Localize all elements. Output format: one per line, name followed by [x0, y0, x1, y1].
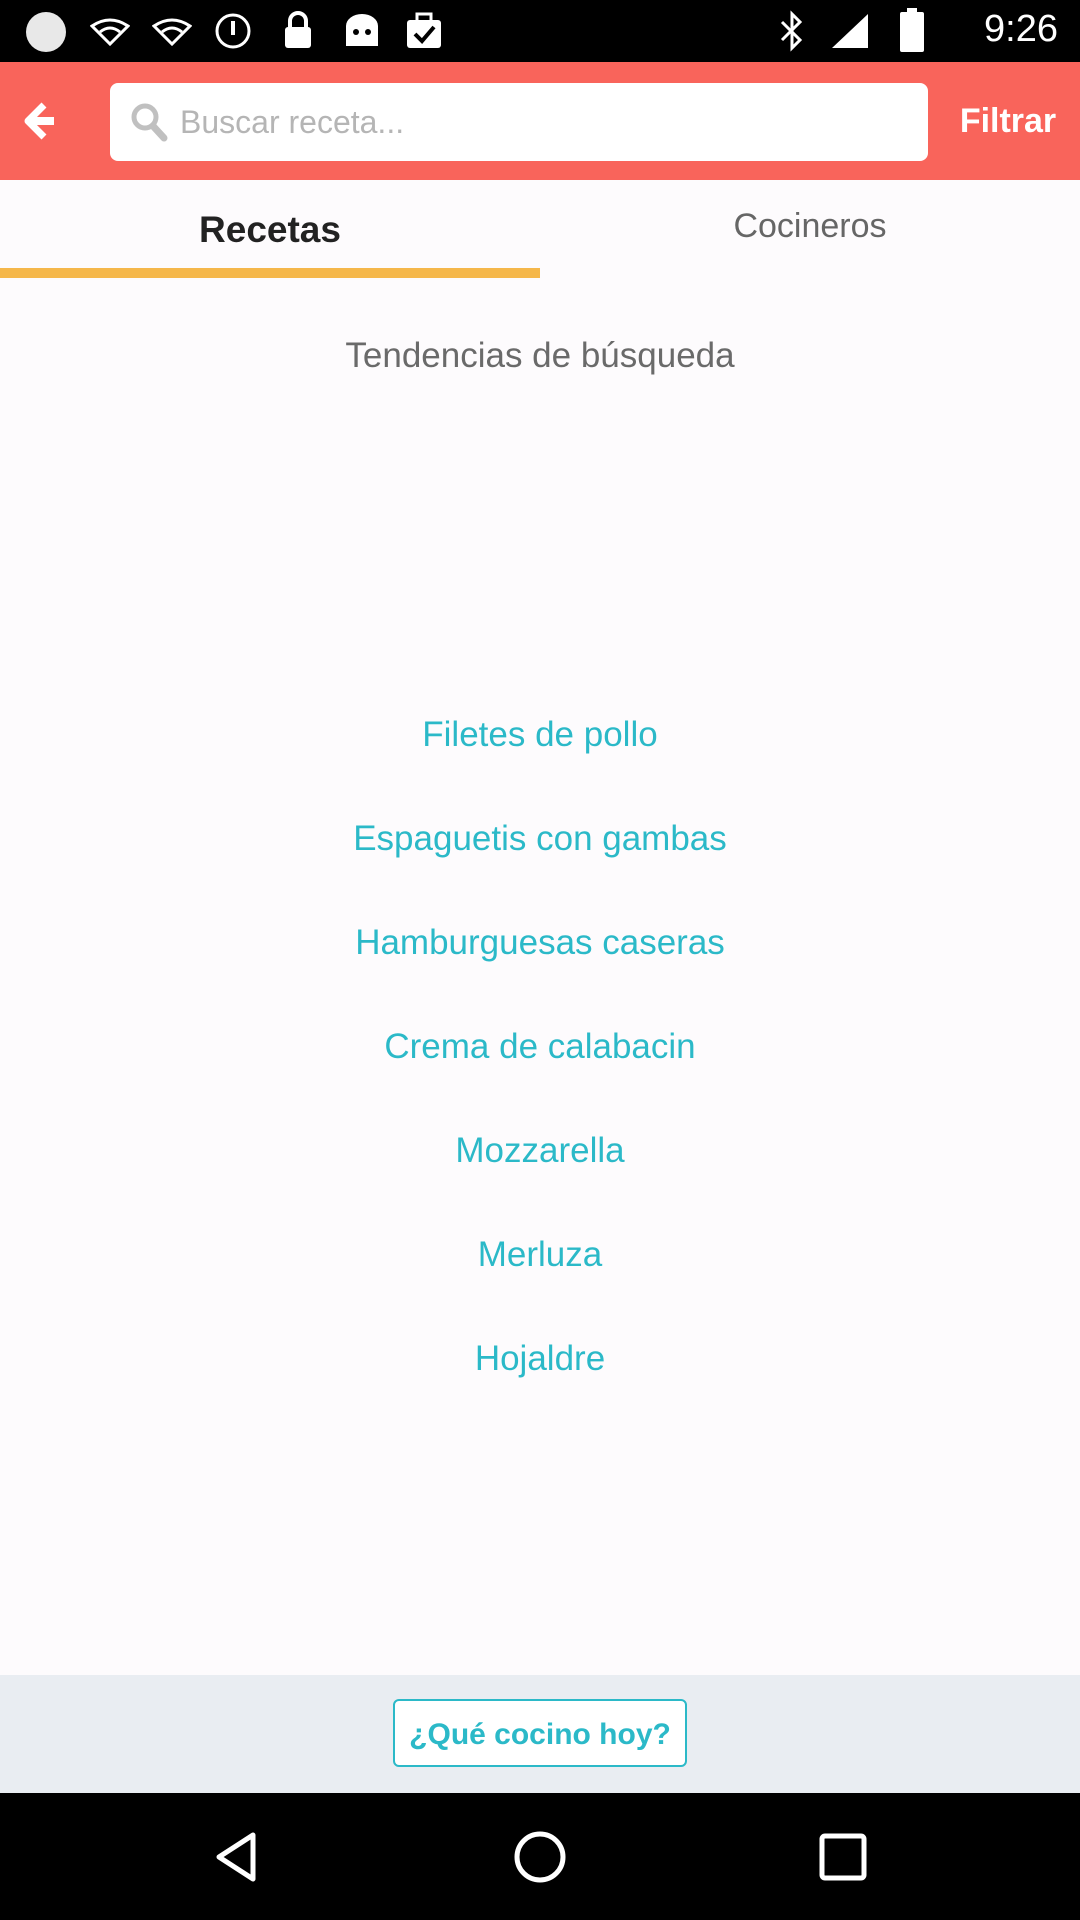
- signal-icon: [832, 14, 868, 48]
- tab-bar: Recetas Cocineros: [0, 180, 1080, 280]
- alarm-icon: [215, 13, 251, 49]
- lock-icon: [285, 11, 311, 48]
- trend-item[interactable]: Filetes de pollo: [240, 700, 840, 770]
- trend-item[interactable]: Hamburguesas caseras: [240, 908, 840, 978]
- tab-indicator: [0, 268, 540, 278]
- bottom-panel: ¿Qué cocino hoy?: [0, 1675, 1080, 1793]
- trend-item[interactable]: Hojaldre: [240, 1324, 840, 1394]
- status-bar: 9:26: [0, 0, 1080, 62]
- tab-recetas[interactable]: Recetas: [0, 180, 540, 280]
- home-circle-icon[interactable]: [510, 1827, 570, 1887]
- circle-icon: [26, 12, 66, 52]
- trends-title: Tendencias de búsqueda: [345, 336, 735, 375]
- search-input[interactable]: [180, 83, 910, 161]
- battery-icon: [900, 8, 924, 52]
- tab-label: Cocineros: [733, 207, 887, 245]
- trend-item[interactable]: Crema de calabacin: [240, 1012, 840, 1082]
- navigation-bar: [0, 1793, 1080, 1920]
- android-icon: [346, 14, 378, 46]
- trend-item[interactable]: Espaguetis con gambas: [240, 804, 840, 874]
- search-box[interactable]: [110, 83, 928, 161]
- clock: 9:26: [984, 8, 1058, 50]
- wifi-icon: [90, 18, 130, 46]
- back-triangle-icon[interactable]: [207, 1827, 267, 1887]
- what-to-cook-button[interactable]: ¿Qué cocino hoy?: [393, 1699, 687, 1767]
- tab-cocineros[interactable]: Cocineros: [540, 180, 1080, 280]
- app-bar: Filtrar: [0, 62, 1080, 180]
- wifi-icon: [152, 18, 192, 46]
- search-icon: [131, 103, 168, 142]
- bluetooth-icon: [780, 10, 803, 52]
- tab-label: Recetas: [199, 209, 341, 250]
- filter-button[interactable]: Filtrar: [950, 96, 1066, 146]
- recents-square-icon[interactable]: [813, 1827, 873, 1887]
- arrow-left-icon[interactable]: [14, 94, 68, 148]
- trend-item[interactable]: Mozzarella: [240, 1116, 840, 1186]
- check-bag-icon: [407, 12, 441, 48]
- trend-item[interactable]: Merluza: [240, 1220, 840, 1290]
